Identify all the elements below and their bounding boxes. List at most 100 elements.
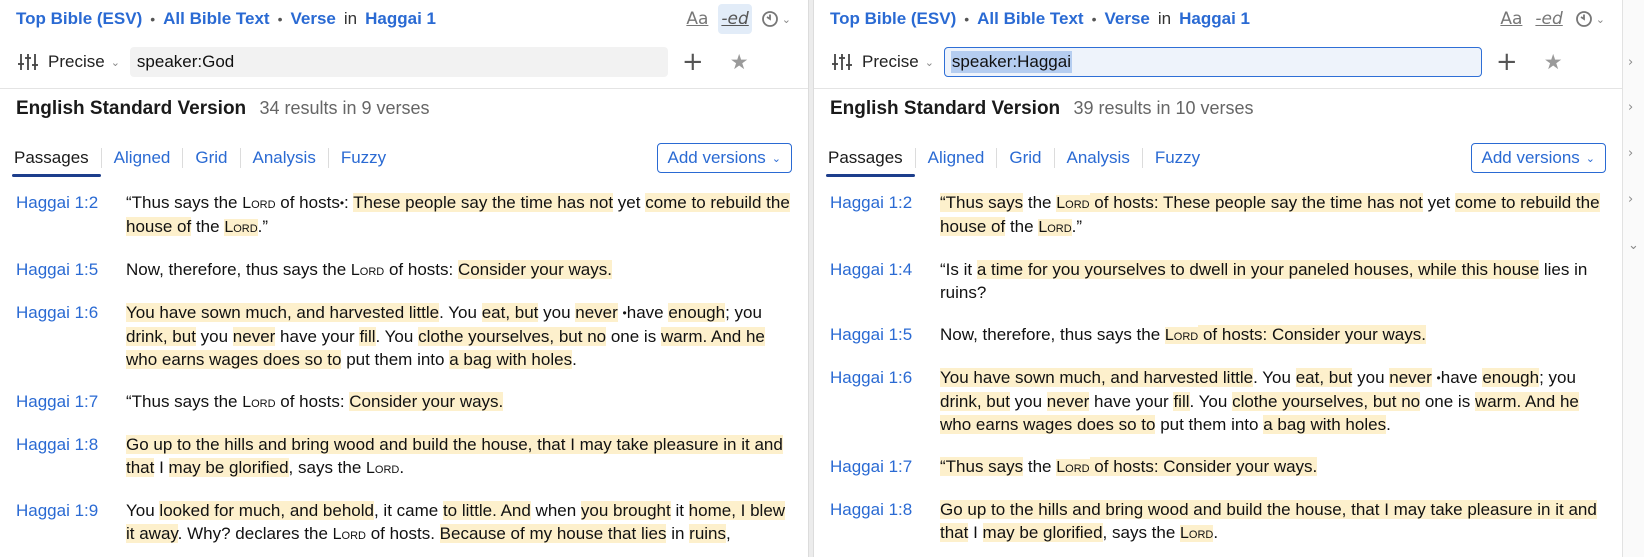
breadcrumb-scope-link[interactable]: All Bible Text [977,9,1083,29]
verse-fragment: you [195,327,233,346]
breadcrumb-source-link[interactable]: Top Bible (ESV) [16,9,142,29]
favorite-star-icon[interactable]: ★ [1544,50,1563,74]
verse-fragment: , says the [288,458,367,477]
filter-settings-icon[interactable] [830,50,854,74]
verse-fragment: , says the [1102,523,1181,542]
verse-reference-link[interactable]: Haggai 1:8 [16,433,126,480]
verse-reference-link[interactable]: Haggai 1:5 [16,258,126,282]
verse-reference-link[interactable]: Haggai 1:6 [16,301,126,371]
breadcrumb-in-label: in [1157,9,1172,28]
verse-fragment: the [1023,193,1057,212]
word-forms-icon[interactable]: -ed [718,4,752,34]
verse-fragment: have [1440,368,1483,387]
chevron-right-icon[interactable]: › [1628,146,1633,161]
add-versions-label: Add versions [667,148,766,167]
breadcrumb-unit-link[interactable]: Verse [1105,9,1150,29]
breadcrumb: Top Bible (ESV) • All Bible Text • Verse… [16,8,436,30]
tab-aligned[interactable]: Aligned [914,148,997,168]
verse-result-row: Haggai 1:4 “Is it a time for you yourselv… [830,258,1606,304]
highlighted-match: a bag with holes [1263,415,1387,434]
verse-fragment: . Why? declares the [177,524,333,543]
verse-fragment: yet [1422,193,1455,212]
chevron-down-icon: ⌄ [924,55,934,69]
match-mode-label: Precise [862,52,919,71]
verse-fragment: . [572,350,577,369]
verse-reference-link[interactable]: Haggai 1:6 [830,366,940,436]
font-size-icon[interactable]: Aa [682,4,712,34]
verse-reference-link[interactable]: Haggai 1:9 [16,499,126,546]
tab-analysis[interactable]: Analysis [239,148,328,168]
verse-reference-link[interactable]: Haggai 1:7 [16,390,126,414]
verse-fragment: of hosts: [384,260,458,279]
tab-analysis[interactable]: Analysis [1053,148,1142,168]
version-header: English Standard Version 34 results in 9… [16,98,430,120]
chevron-down-icon[interactable]: ⌄ [1628,238,1639,253]
verse-text: “Thus says the Lord of hosts•: These peo… [126,191,792,239]
search-row: Precise ⌄ speaker:God + ★ [16,46,792,78]
verse-fragment: “Is it [940,260,977,279]
highlighted-match: never [575,303,618,322]
verse-fragment: .” [257,217,269,236]
verse-fragment: of hosts: [275,392,350,411]
verse-text: “Is it a time for you yourselves to dwel… [940,258,1606,304]
chevron-down-icon: ⌄ [771,151,781,165]
version-name: English Standard Version [16,98,247,119]
tab-fuzzy[interactable]: Fuzzy [327,148,398,168]
breadcrumb-scope-link[interactable]: All Bible Text [163,9,269,29]
tab-grid[interactable]: Grid [182,148,239,168]
verse-fragment: Now, therefore, thus says the [940,325,1165,344]
match-mode-dropdown[interactable]: Precise ⌄ [862,52,934,72]
verse-reference-link[interactable]: Haggai 1:5 [830,323,940,347]
result-count: 39 results in 10 verses [1073,98,1254,118]
chevron-right-icon[interactable]: › [1628,55,1633,70]
verse-reference-link[interactable]: Haggai 1:7 [830,455,940,479]
match-mode-dropdown[interactable]: Precise ⌄ [48,52,120,72]
verse-reference-link[interactable]: Haggai 1:4 [830,258,940,304]
filter-settings-icon[interactable] [16,50,40,74]
verse-fragment: I [154,458,169,477]
verse-fragment: of hosts [275,193,340,212]
chevron-right-icon[interactable]: › [1628,192,1633,207]
add-versions-button[interactable]: Add versions ⌄ [1470,143,1606,173]
verse-fragment: Lord [242,394,276,411]
breadcrumb: Top Bible (ESV) • All Bible Text • Verse… [830,8,1250,30]
highlighted-match: to little. And [442,501,531,520]
verse-fragment: . [399,458,405,477]
search-input[interactable]: speaker:God [129,47,668,77]
search-input[interactable]: speaker:Haggai [943,47,1482,77]
tab-passages[interactable]: Passages [12,148,101,177]
tab-passages[interactable]: Passages [826,148,915,177]
add-search-button[interactable]: + [682,49,704,75]
add-versions-button[interactable]: Add versions ⌄ [656,143,792,173]
breadcrumb-source-link[interactable]: Top Bible (ESV) [830,9,956,29]
history-menu-button[interactable]: ⌄ [1572,4,1608,34]
verse-result-row: Haggai 1:8 Go up to the hills and bring w… [830,498,1606,545]
breadcrumb-unit-link[interactable]: Verse [291,9,336,29]
verse-fragment: have your [1089,392,1174,411]
favorite-star-icon[interactable]: ★ [730,50,749,74]
tab-fuzzy[interactable]: Fuzzy [1141,148,1212,168]
breadcrumb-passage-link[interactable]: Haggai 1 [365,9,436,29]
highlighted-match: may be glorified [982,523,1103,542]
verse-fragment: when [530,501,581,520]
breadcrumb-separator: • [1091,11,1097,27]
breadcrumb-passage-link[interactable]: Haggai 1 [1179,9,1250,29]
chevron-right-icon[interactable]: › [1628,100,1633,115]
search-query-text: speaker:Haggai [950,51,1072,73]
tab-aligned[interactable]: Aligned [100,148,183,168]
chevron-down-icon: ⌄ [1595,12,1605,26]
add-search-button[interactable]: + [1496,49,1518,75]
verse-fragment: You [126,501,160,520]
verse-fragment: you [1352,368,1390,387]
chevron-down-icon: ⌄ [110,55,120,69]
word-forms-icon[interactable]: -ed [1532,4,1565,34]
history-menu-button[interactable]: ⌄ [758,4,794,34]
tab-grid[interactable]: Grid [996,148,1053,168]
highlighted-match: enough [668,303,726,322]
verse-reference-link[interactable]: Haggai 1:8 [830,498,940,545]
font-size-icon[interactable]: Aa [1496,4,1526,34]
verse-text: Now, therefore, thus says the Lord of ho… [940,323,1606,347]
verse-reference-link[interactable]: Haggai 1:2 [830,191,940,239]
verse-reference-link[interactable]: Haggai 1:2 [16,191,126,239]
verse-fragment: .” [1071,217,1083,236]
